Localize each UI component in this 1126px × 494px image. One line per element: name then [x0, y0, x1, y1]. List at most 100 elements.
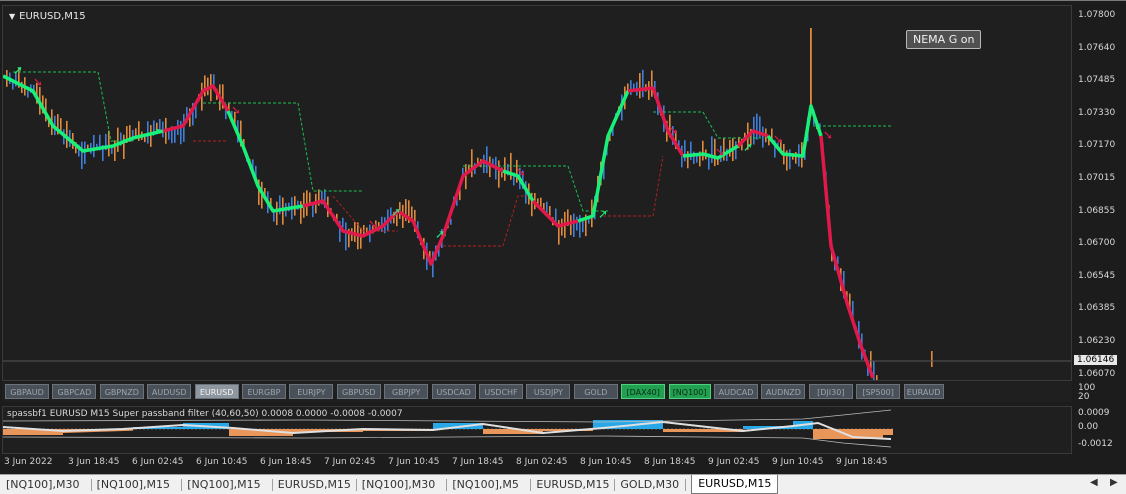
filter-histogram-bar: [891, 429, 893, 435]
price-tick-label: 1.07015: [1078, 173, 1116, 183]
filter-histogram-bar: [553, 429, 555, 431]
subwindow-scale-label: 20: [1078, 392, 1090, 402]
filter-histogram-bar: [243, 429, 245, 436]
filter-histogram-bar: [3, 429, 5, 435]
chart-tab[interactable]: EURUSD,M15: [536, 476, 609, 493]
symbol-button-eurusd[interactable]: EURUSD: [194, 384, 239, 399]
filter-histogram-bar: [497, 429, 499, 434]
filter-histogram-bar: [15, 429, 17, 435]
price-candle: [690, 141, 692, 161]
filter-histogram-bar: [495, 429, 497, 434]
filter-histogram-bar: [751, 426, 753, 429]
trailing-stop-up-line: [13, 71, 133, 142]
filter-histogram-bar: [753, 426, 755, 429]
symbol-button-euraud[interactable]: EURAUD: [903, 384, 944, 399]
filter-histogram-bar: [755, 426, 757, 429]
chart-tab[interactable]: [NQ100],M30: [362, 476, 435, 493]
filter-histogram-bar: [699, 429, 701, 432]
filter-histogram-bar: [29, 429, 31, 435]
price-candle: [549, 206, 551, 216]
filter-histogram-bar: [171, 427, 173, 429]
symbol-button-sp500[interactable]: [SP500]: [856, 384, 901, 399]
filter-histogram-bar: [241, 429, 243, 436]
price-candle: [471, 149, 473, 178]
price-tick-label: 1.06385: [1078, 303, 1116, 314]
chart-tab[interactable]: EURUSD,M15: [278, 476, 351, 493]
time-tick-label: 9 Jun 02:45: [708, 457, 760, 467]
chart-tab[interactable]: [NQ100],M5: [452, 476, 518, 493]
filter-histogram-bar: [487, 429, 489, 434]
subwindow-axis: 100 20 0.0009 0.00 -0.0012: [1072, 382, 1126, 454]
filter-histogram-bar: [665, 429, 667, 432]
time-tick-label: 3 Jun 18:45: [68, 457, 120, 467]
filter-histogram-bar: [297, 429, 299, 432]
tab-separator: [685, 479, 687, 491]
filter-histogram-bar: [717, 429, 719, 432]
price-candle: [312, 203, 314, 218]
scroll-left-icon[interactable]: ◀: [1090, 477, 1098, 488]
symbol-button-gbpaud[interactable]: GBPAUD: [5, 384, 49, 399]
symbol-button-dax40[interactable]: [DAX40]: [621, 384, 666, 399]
filter-histogram-bar: [887, 429, 889, 435]
sell-arrow-icon: ➘: [33, 75, 43, 89]
chart-tab[interactable]: [NQ100],M15: [97, 476, 170, 493]
price-candle: [651, 70, 653, 97]
filter-histogram-bar: [711, 429, 713, 432]
price-tick-label: 1.06855: [1078, 205, 1116, 216]
symbol-button-usdchf[interactable]: USDCHF: [479, 384, 523, 399]
filter-histogram-bar: [233, 429, 235, 436]
chart-tab[interactable]: GOLD,M30: [620, 476, 679, 493]
price-candle: [354, 222, 356, 242]
price-chart[interactable]: ➚ ➘ ➚ ➚ ➘ ➘ ➚ ➚ ➘ ➚ ➘ ➘ ➚ ➘ ➘ ▼ EURUSD,M15 NEMA G on: [2, 5, 1072, 381]
symbol-button-usdcad[interactable]: USDCAD: [431, 384, 476, 399]
filter-histogram-bar: [681, 429, 683, 432]
chart-tab[interactable]: [NQ100],M30: [6, 476, 79, 493]
price-candle: [93, 135, 95, 158]
symbol-button-gbpnzd[interactable]: GBPNZD: [99, 384, 144, 399]
chart-tab[interactable]: [NQ100],M15: [187, 476, 260, 493]
filter-histogram-bar: [825, 429, 827, 439]
time-tick-label: 9 Jun 10:45: [772, 457, 824, 467]
filter-histogram-bar: [715, 429, 717, 432]
symbol-button-eurgbp[interactable]: EURGBP: [242, 384, 286, 399]
filter-histogram-bar: [707, 429, 709, 432]
symbol-button-usdjpy[interactable]: USDJPY: [526, 384, 571, 399]
filter-histogram-bar: [177, 427, 179, 429]
price-candle: [108, 130, 110, 157]
filter-histogram-bar: [679, 429, 681, 432]
symbol-button-gbpcad[interactable]: GBPCAD: [52, 384, 97, 399]
current-price-label: 1.06146: [1074, 355, 1118, 365]
filter-histogram-bar: [483, 429, 485, 434]
buy-arrow-icon: ➚: [743, 140, 753, 154]
price-tick-label: 1.06230: [1078, 336, 1116, 346]
symbol-button-dji30[interactable]: [DJI30]: [808, 384, 853, 399]
filter-histogram-bar: [25, 429, 27, 435]
collapse-triangle-icon[interactable]: ▼: [9, 12, 15, 21]
price-candle: [642, 69, 644, 98]
filter-histogram-bar: [509, 429, 511, 434]
symbol-button-gbpjpy[interactable]: GBPJPY: [384, 384, 429, 399]
filter-histogram-bar: [293, 429, 295, 432]
tab-separator: [614, 479, 616, 491]
scroll-right-icon[interactable]: ▶: [1110, 477, 1118, 488]
price-candle: [639, 73, 641, 99]
filter-histogram-bar: [693, 429, 695, 432]
symbol-button-audusd[interactable]: AUDUSD: [147, 384, 192, 399]
symbol-button-gbpusd[interactable]: GBPUSD: [336, 384, 381, 399]
price-tick-label: 1.06070: [1078, 368, 1116, 379]
symbol-button-nq100[interactable]: [NQ100]: [668, 384, 711, 399]
filter-histogram-bar: [885, 429, 887, 435]
filter-histogram-bar: [829, 429, 831, 439]
symbol-button-gold[interactable]: GOLD: [573, 384, 618, 399]
filter-histogram-bar: [169, 427, 171, 429]
nema-toggle-button[interactable]: NEMA G on: [906, 30, 982, 49]
symbol-button-audcad[interactable]: AUDCAD: [714, 384, 758, 399]
symbol-button-audnzd[interactable]: AUDNZD: [761, 384, 806, 399]
filter-histogram-bar: [743, 426, 745, 429]
filter-lower-band: [3, 435, 892, 448]
passband-filter-subwindow[interactable]: spassbf1 EURUSD M15 Super passband filte…: [2, 406, 1072, 454]
chart-tab[interactable]: EURUSD,M15: [691, 475, 779, 494]
symbol-button-eurjpy[interactable]: EURJPY: [289, 384, 334, 399]
filter-histogram-bar: [677, 429, 679, 432]
price-tick-label: 1.07800: [1078, 10, 1116, 20]
